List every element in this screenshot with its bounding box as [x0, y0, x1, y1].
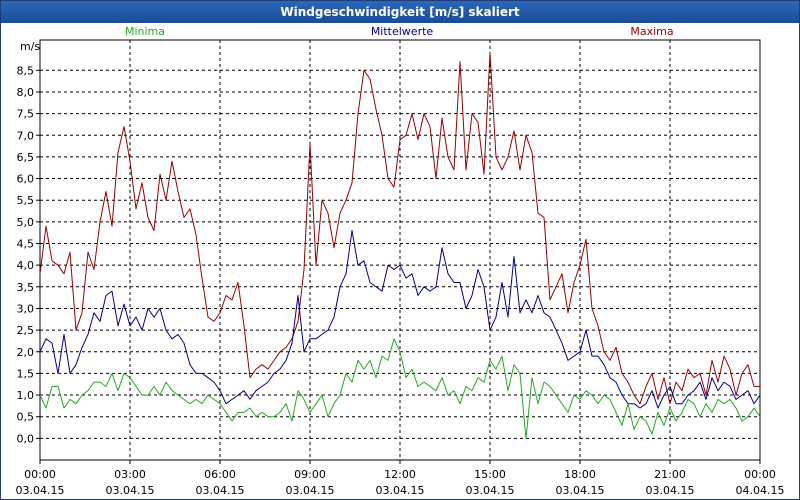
y-tick-label: 7,5	[17, 108, 35, 121]
x-tick-date: 03.04.15	[16, 484, 65, 497]
y-tick-label: 2,5	[17, 324, 35, 337]
y-tick-label: 4,0	[17, 259, 35, 272]
legend-entry-maxima: Maxima	[630, 25, 673, 38]
x-tick-time: 00:00	[24, 468, 56, 481]
legend-entry-minima: Minima	[125, 25, 165, 38]
x-tick-date: 03.04.15	[556, 484, 605, 497]
x-tick-time: 21:00	[654, 468, 686, 481]
y-tick-label: 3,0	[17, 302, 35, 315]
y-tick-label: 4,5	[17, 238, 35, 251]
y-tick-label: 6,0	[17, 173, 35, 186]
y-tick-label: 2,0	[17, 346, 35, 359]
y-tick-label: 8,0	[17, 86, 35, 99]
y-tick-label: 0,5	[17, 411, 35, 424]
y-tick-label: 5,5	[17, 194, 35, 207]
wind-speed-chart: 0,0 0,5 1,0 1,5 2,0 2,5 3,0 3,5 4,0 4,5 5,0 5,5 6,0 6…	[16, 25, 785, 497]
y-tick-label: 0,0	[17, 432, 35, 445]
x-tick-time: 12:00	[384, 468, 416, 481]
x-tick-date: 03.04.15	[646, 484, 695, 497]
x-tick-date: 03.04.15	[466, 484, 515, 497]
x-tick-time: 09:00	[294, 468, 326, 481]
y-axis-ticks: 0,0 0,5 1,0 1,5 2,0 2,5 3,0 3,5 4,0 4,5 5,0 5,5 6,0 6…	[17, 64, 40, 445]
x-tick-time: 18:00	[564, 468, 596, 481]
x-tick-time: 15:00	[474, 468, 506, 481]
y-axis-label: m/s	[20, 40, 40, 53]
y-tick-label: 1,5	[17, 367, 35, 380]
y-tick-label: 6,5	[17, 151, 35, 164]
x-tick-date: 03.04.15	[286, 484, 335, 497]
y-tick-label: 7,0	[17, 129, 35, 142]
legend: Maxima Mittelwerte Minima	[125, 25, 674, 38]
x-axis-ticks: 00:00 03.04.15 03:00 03.04.15 06:00 03.04.15 0…	[16, 460, 785, 497]
x-tick-time: 03:00	[114, 468, 146, 481]
x-tick-date: 03.04.15	[376, 484, 425, 497]
x-tick-date: 04.04.15	[736, 484, 785, 497]
x-tick-date: 03.04.15	[106, 484, 155, 497]
y-tick-label: 3,5	[17, 281, 35, 294]
y-tick-label: 1,0	[17, 389, 35, 402]
x-tick-time: 06:00	[204, 468, 236, 481]
y-tick-label: 5,0	[17, 216, 35, 229]
legend-entry-mittelwerte: Mittelwerte	[371, 25, 434, 38]
x-tick-date: 03.04.15	[196, 484, 245, 497]
x-tick-time: 00:00	[744, 468, 776, 481]
y-tick-label: 8,5	[17, 64, 35, 77]
